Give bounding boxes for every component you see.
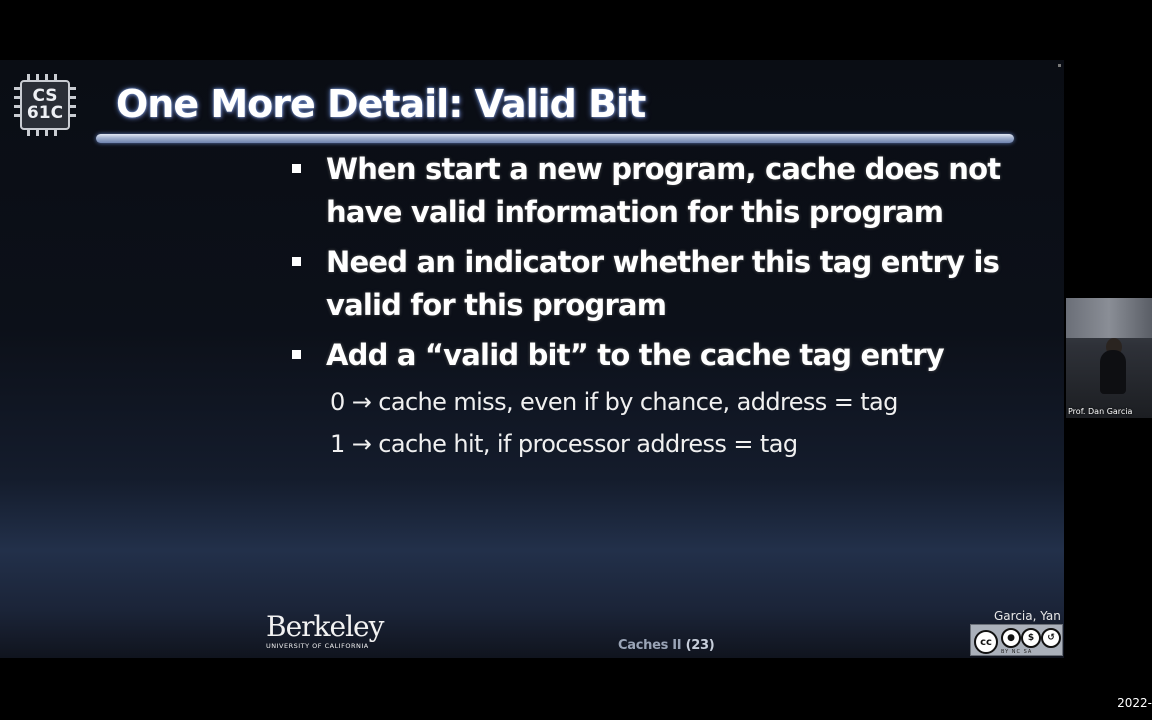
title-underline (96, 134, 1014, 143)
recording-date: 2022- (1117, 696, 1152, 710)
speaker-name-label: Prof. Dan Garcia (1068, 407, 1133, 416)
sub-line-valid-one: 1 → cache hit, if processor address = ta… (330, 430, 798, 458)
cc-license-labels: BY NC SA (1001, 649, 1033, 655)
sub-line-valid-zero: 0 → cache miss, even if by chance, addre… (330, 388, 898, 416)
bullet-square-icon (292, 257, 301, 266)
stray-pixel (1058, 64, 1061, 67)
cs61c-logo: CS 61C (12, 72, 78, 138)
berkeley-logo: Berkeley UNIVERSITY OF CALIFORNIA (266, 610, 384, 651)
slide-title: One More Detail: Valid Bit (116, 82, 646, 126)
bullet-item: Need an indicator whether this tag entry… (290, 241, 1030, 327)
footer-section: Caches II (618, 638, 682, 653)
bullet-text: Need an indicator whether this tag entry… (326, 245, 1000, 322)
footer-page-number: (23) (685, 638, 715, 653)
bullet-square-icon (292, 350, 301, 359)
presentation-screen: CS 61C One More Detail: Valid Bit When s… (0, 0, 1152, 720)
slide-authors: Garcia, Yan (994, 609, 1061, 623)
logo-text-bottom: 61C (26, 103, 64, 123)
creative-commons-badge: cc ● $ ↺ BY NC SA (970, 624, 1063, 656)
speaker-video-thumbnail[interactable]: Prof. Dan Garcia (1066, 298, 1152, 418)
cc-by-icon: ● (1001, 628, 1021, 648)
bullet-item: When start a new program, cache does not… (290, 148, 1030, 234)
slide-footer-label: Caches II (23) (618, 638, 715, 653)
logo-chip: CS 61C (20, 80, 70, 130)
berkeley-subtitle: UNIVERSITY OF CALIFORNIA (266, 642, 369, 650)
bullet-square-icon (292, 164, 301, 173)
cc-nc-icon: $ (1021, 628, 1041, 648)
slide-canvas: CS 61C One More Detail: Valid Bit When s… (0, 60, 1064, 658)
bullet-list: When start a new program, cache does not… (290, 148, 1030, 384)
bullet-text: Add a “valid bit” to the cache tag entry (326, 338, 945, 372)
cc-icon: cc (974, 630, 998, 654)
bullet-text: When start a new program, cache does not… (326, 152, 1001, 229)
cc-sa-icon: ↺ (1041, 628, 1061, 648)
bullet-item: Add a “valid bit” to the cache tag entry (290, 334, 1030, 377)
berkeley-wordmark: Berkeley (266, 610, 384, 643)
